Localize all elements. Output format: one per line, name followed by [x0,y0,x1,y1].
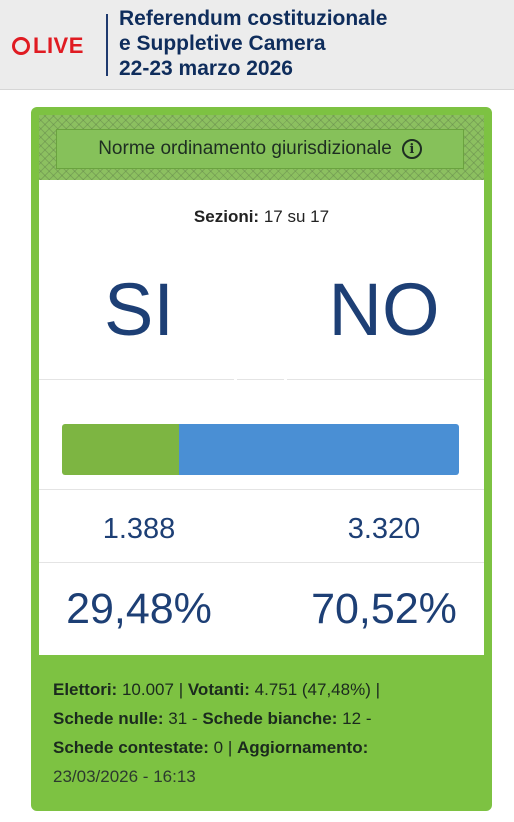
header-divider [106,14,108,76]
aggiornamento-label: Aggiornamento: [236,738,369,757]
no-bar-fill [179,424,459,475]
divider [237,379,284,380]
si-count: 1.388 [102,513,176,545]
topic-pill[interactable]: Norme ordinamento giurisdizionale i [56,129,464,169]
title-line-3: 22-23 marzo 2026 [119,57,293,80]
separator: | [178,680,184,699]
separator: | [375,680,381,699]
sezioni-label: Sezioni: [193,207,260,226]
bianche-value: 12 [342,709,362,728]
si-bar-fill [62,424,180,475]
elettori-label: Elettori: [53,680,118,699]
separator: | [227,738,233,757]
no-count: 3.320 [347,513,421,545]
divider [39,562,484,563]
info-icon[interactable]: i [401,139,422,159]
card-topic-banner: Norme ordinamento giurisdizionale i [39,115,484,187]
stats-line-4: 23/03/2026 - 16:13 [53,762,473,791]
contestate-label: Schede contestate: [53,738,209,757]
divider [39,489,484,490]
si-percentage: 29,48% [66,585,212,633]
stats-footer: Elettori: 10.007 | Votanti: 4.751 (47,48… [53,675,473,791]
contestate-value: 0 [213,738,224,757]
live-circle-icon [12,37,30,55]
nulle-value: 31 [168,709,188,728]
divider [39,379,234,380]
votanti-label: Votanti: [187,680,250,699]
topic-label: Norme ordinamento giurisdizionale [98,138,392,159]
separator: - [365,709,372,728]
si-label: SI [104,268,174,351]
no-percentage: 70,52% [311,585,457,633]
separator: - [191,709,198,728]
app-header: LIVE Referendum costituzionale e Supplet… [0,0,514,90]
live-label: LIVE [33,33,84,58]
nulle-label: Schede nulle: [53,709,164,728]
live-badge[interactable]: LIVE [12,33,84,59]
page-title: Referendum costituzionale e Suppletive C… [119,6,499,81]
title-line-2: e Suppletive Camera [119,32,326,55]
sezioni-counter: Sezioni: 17 su 17 [39,207,484,227]
stats-line-1: Elettori: 10.007 | Votanti: 4.751 (47,48… [53,675,473,704]
stats-line-2: Schede nulle: 31 - Schede bianche: 12 - [53,704,473,733]
title-line-1: Referendum costituzionale [119,7,388,30]
divider [287,379,484,380]
aggiornamento-value: 23/03/2026 - 16:13 [53,767,196,786]
votanti-value: 4.751 (47,48%) [254,680,371,699]
results-panel: Sezioni: 17 su 17 SI NO 1.388 3.320 29,4… [39,180,484,655]
bianche-label: Schede bianche: [202,709,338,728]
no-label: NO [328,268,440,351]
sezioni-value: 17 su 17 [263,207,330,226]
result-bar [62,424,459,475]
elettori-value: 10.007 [121,680,174,699]
referendum-result-card: Norme ordinamento giurisdizionale i Sezi… [31,107,492,811]
stats-line-3: Schede contestate: 0 | Aggiornamento: [53,733,473,762]
